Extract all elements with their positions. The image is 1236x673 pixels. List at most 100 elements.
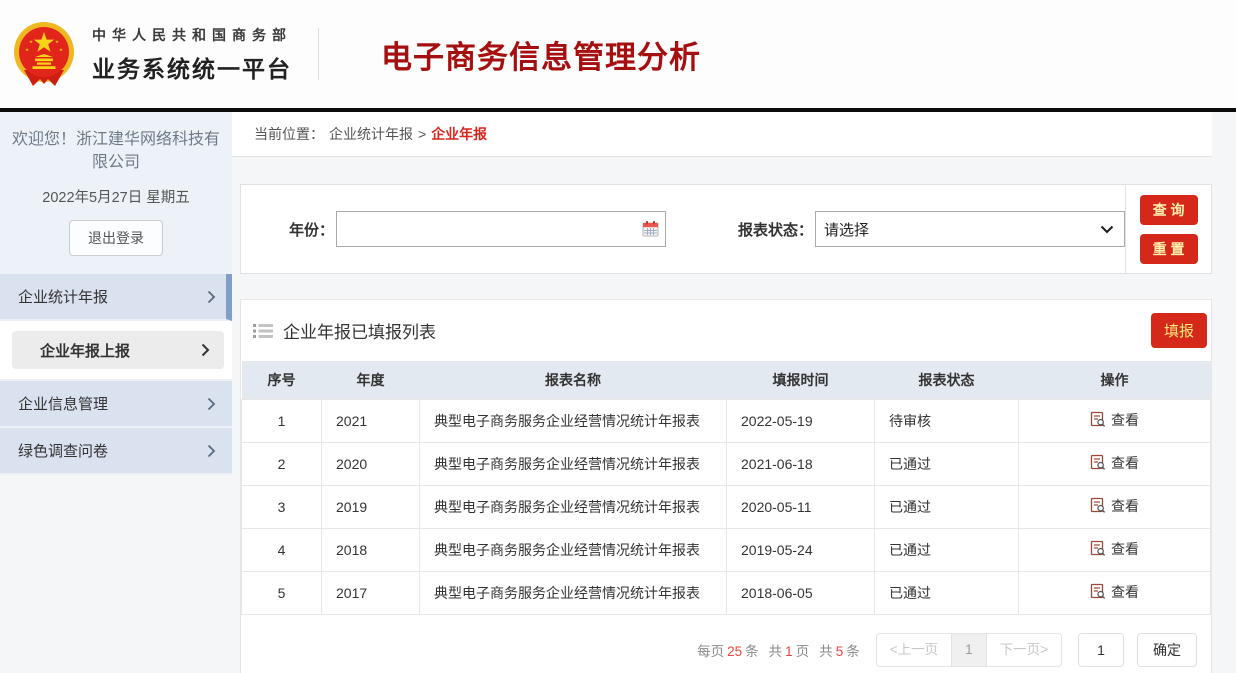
status-selected-value: 请选择 [824, 219, 869, 240]
welcome-text: 欢迎您！浙江建华网络科技有限公司 [12, 128, 220, 174]
view-document-icon [1090, 411, 1106, 428]
date-text: 2022年5月27日 星期五 [12, 186, 220, 207]
cell-fill-time: 2020-05-11 [727, 485, 875, 528]
cell-no: 1 [242, 399, 322, 442]
national-emblem-icon [10, 20, 78, 88]
view-document-icon [1090, 497, 1106, 514]
status-label: 报表状态： [738, 219, 813, 240]
chevron-right-icon [201, 343, 210, 357]
cell-status: 已通过 [875, 528, 1019, 571]
sidebar-item-label: 企业年报上报 [40, 340, 130, 361]
sidebar-item-label: 企业统计年报 [18, 286, 108, 307]
items-value: 5 [836, 644, 844, 659]
pages-value: 1 [785, 644, 793, 659]
page-jump-input[interactable] [1078, 633, 1124, 667]
list-panel: 企业年报已填报列表 填报 序号 年度 报表名称 填报时间 报表状态 操作 [240, 299, 1212, 673]
col-header-year: 年度 [322, 361, 420, 399]
year-label: 年份： [289, 219, 334, 240]
pages-unit: 页 [796, 644, 810, 659]
list-header: 企业年报已填报列表 填报 [241, 313, 1211, 361]
cell-fill-time: 2021-06-18 [727, 442, 875, 485]
cell-fill-time: 2022-05-19 [727, 399, 875, 442]
current-page-indicator: 1 [951, 633, 987, 667]
col-header-no: 序号 [242, 361, 322, 399]
sidebar-item-enterprise-info[interactable]: 企业信息管理 [0, 381, 232, 428]
chevron-right-icon [207, 444, 216, 458]
pager-group: <上一页 1 下一页> [876, 633, 1062, 667]
cell-fill-time: 2018-06-05 [727, 571, 875, 614]
view-link-label: 查看 [1111, 496, 1139, 516]
cell-action: 查看 [1019, 571, 1211, 614]
items-unit: 条 [846, 644, 860, 659]
cell-action: 查看 [1019, 399, 1211, 442]
view-link-label: 查看 [1111, 410, 1139, 430]
chevron-right-icon [207, 397, 216, 411]
view-link-label: 查看 [1111, 453, 1139, 473]
cell-fill-time: 2019-05-24 [727, 528, 875, 571]
logout-button[interactable]: 退出登录 [69, 220, 163, 256]
reset-button[interactable]: 重 置 [1140, 234, 1198, 264]
year-input[interactable] [336, 211, 666, 247]
year-field-wrap [336, 211, 666, 247]
query-button[interactable]: 查 询 [1140, 195, 1198, 225]
page-title: 电子商务信息管理分析 [381, 32, 701, 77]
main-content: 当前位置： 企业统计年报 > 企业年报 年份： [232, 112, 1236, 673]
sidebar-item-green-survey[interactable]: 绿色调查问卷 [0, 428, 232, 475]
search-panel: 年份： 报表状态： 请选择 [240, 184, 1212, 274]
cell-year: 2018 [322, 528, 420, 571]
table-row: 3 2019 典型电子商务服务企业经营情况统计年报表 2020-05-11 已通… [242, 485, 1211, 528]
view-link[interactable]: 查看 [1090, 410, 1139, 430]
sidebar-item-annual-statistics[interactable]: 企业统计年报 [0, 274, 232, 321]
cell-no: 2 [242, 442, 322, 485]
view-link[interactable]: 查看 [1090, 453, 1139, 473]
cell-year: 2021 [322, 399, 420, 442]
cell-report-name: 典型电子商务服务企业经营情况统计年报表 [420, 399, 727, 442]
welcome-block: 欢迎您！浙江建华网络科技有限公司 2022年5月27日 星期五 退出登录 [0, 112, 232, 274]
cell-action: 查看 [1019, 485, 1211, 528]
calendar-icon[interactable] [642, 220, 659, 237]
brand-block: 中华人民共和国商务部 业务系统统一平台 [92, 25, 292, 84]
col-header-name: 报表名称 [420, 361, 727, 399]
view-document-icon [1090, 583, 1106, 600]
view-document-icon [1090, 540, 1106, 557]
view-link-label: 查看 [1111, 582, 1139, 602]
breadcrumb-parent[interactable]: 企业统计年报 [329, 124, 413, 144]
per-page-value: 25 [727, 644, 742, 659]
prev-page-button[interactable]: <上一页 [876, 633, 952, 667]
cell-year: 2020 [322, 442, 420, 485]
cell-report-name: 典型电子商务服务企业经营情况统计年报表 [420, 571, 727, 614]
fill-report-button[interactable]: 填报 [1151, 313, 1207, 348]
header-divider [318, 28, 319, 80]
cell-year: 2019 [322, 485, 420, 528]
view-link[interactable]: 查看 [1090, 539, 1139, 559]
cell-report-name: 典型电子商务服务企业经营情况统计年报表 [420, 485, 727, 528]
ministry-name: 中华人民共和国商务部 [92, 25, 292, 45]
list-icon [253, 323, 273, 339]
breadcrumb-current: 企业年报 [431, 124, 487, 144]
cell-status: 待审核 [875, 399, 1019, 442]
cell-year: 2017 [322, 571, 420, 614]
pagination: 每页25条 共1页 共5条 <上一页 1 下一页> 确定 [241, 633, 1197, 667]
next-page-button[interactable]: 下一页> [986, 633, 1062, 667]
breadcrumb-prefix: 当前位置： [254, 124, 324, 144]
view-link[interactable]: 查看 [1090, 582, 1139, 602]
confirm-button[interactable]: 确定 [1137, 633, 1197, 667]
per-page-unit: 条 [745, 644, 759, 659]
table-row: 4 2018 典型电子商务服务企业经营情况统计年报表 2019-05-24 已通… [242, 528, 1211, 571]
sidebar-menu: 企业统计年报 企业年报上报 企业信息管理 绿色调查问卷 [0, 274, 232, 475]
sidebar: 欢迎您！浙江建华网络科技有限公司 2022年5月27日 星期五 退出登录 企业统… [0, 112, 232, 673]
header: 中华人民共和国商务部 业务系统统一平台 电子商务信息管理分析 [0, 0, 1236, 108]
sidebar-item-annual-report-submit[interactable]: 企业年报上报 [12, 331, 224, 369]
per-page-label: 每页 [697, 644, 724, 659]
platform-name: 业务系统统一平台 [92, 50, 292, 84]
cell-action: 查看 [1019, 528, 1211, 571]
chevron-down-icon [1100, 225, 1114, 234]
col-header-status: 报表状态 [875, 361, 1019, 399]
cell-status: 已通过 [875, 442, 1019, 485]
view-document-icon [1090, 454, 1106, 471]
view-link[interactable]: 查看 [1090, 496, 1139, 516]
status-select[interactable]: 请选择 [815, 211, 1125, 247]
sidebar-item-label: 绿色调查问卷 [18, 440, 108, 461]
sidebar-item-label: 企业信息管理 [18, 393, 108, 414]
cell-report-name: 典型电子商务服务企业经营情况统计年报表 [420, 528, 727, 571]
